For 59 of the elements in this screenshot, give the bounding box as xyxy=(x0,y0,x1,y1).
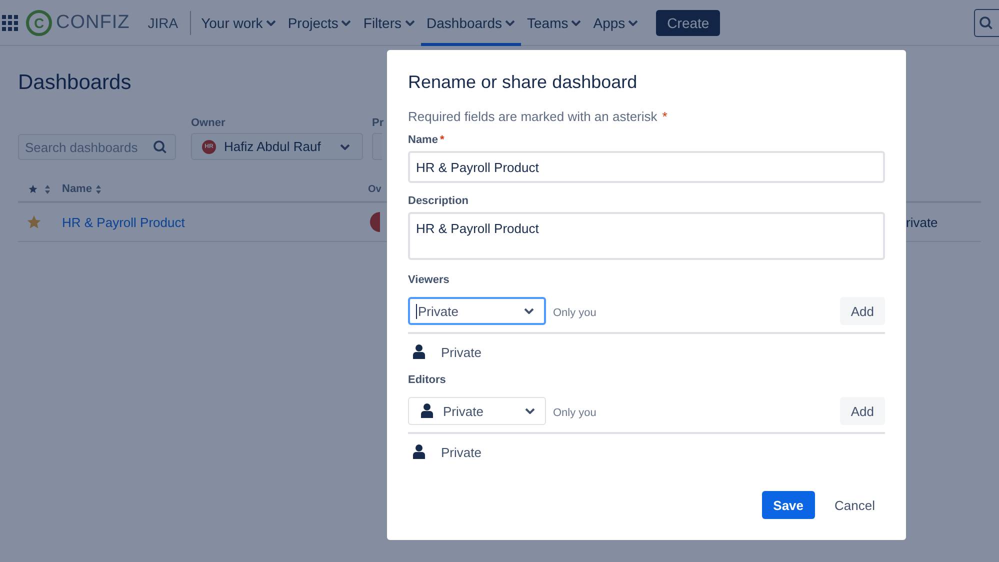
search-icon xyxy=(979,16,993,30)
column-header[interactable]: Name xyxy=(62,183,92,195)
hint-text: Only you xyxy=(553,307,598,319)
nav-tab[interactable]: Your work xyxy=(195,0,282,46)
asterisk: * xyxy=(440,134,444,146)
field-label: Editors xyxy=(408,374,446,386)
sort-icon[interactable] xyxy=(96,184,101,194)
table-cell: rivate xyxy=(906,214,938,230)
dialog-title: Rename or share dashboard xyxy=(408,71,638,94)
required-note: Required fields are marked with an asterisk xyxy=(408,109,658,124)
logo-mark[interactable]: C xyxy=(26,10,52,36)
field-label: Name xyxy=(408,134,438,146)
person-icon xyxy=(413,344,425,360)
access-select[interactable]: Private xyxy=(408,297,546,325)
caret-icon xyxy=(505,20,516,26)
dashboard-link[interactable]: HR & Payroll Product xyxy=(62,214,185,230)
field-label: Viewers xyxy=(408,274,450,286)
star-icon[interactable] xyxy=(28,184,38,194)
save-button[interactable]: Save xyxy=(762,491,815,519)
field-label: Owner xyxy=(191,117,226,129)
field-label: Description xyxy=(408,195,469,207)
caret-icon xyxy=(340,144,350,150)
brand-name[interactable]: CONFIZ xyxy=(56,12,130,34)
field-label: Pr xyxy=(372,117,384,129)
caret-icon xyxy=(525,408,535,414)
description-field[interactable]: HR & Payroll Product xyxy=(408,212,885,260)
nav-tab[interactable]: Dashboards xyxy=(420,0,522,46)
person-icon xyxy=(413,444,425,460)
nav-tab[interactable]: Projects xyxy=(282,0,358,46)
product-name: JIRA xyxy=(148,10,192,34)
add-button[interactable]: Add xyxy=(840,297,885,325)
caret-icon xyxy=(524,308,534,314)
name-field[interactable]: HR & Payroll Product xyxy=(408,151,885,183)
search-input[interactable]: Search dashboards xyxy=(25,140,153,154)
nav-tab[interactable]: Teams xyxy=(521,0,588,46)
avatar-icon xyxy=(370,212,380,232)
search-icon xyxy=(153,140,167,154)
asterisk: * xyxy=(662,109,668,124)
caret-icon xyxy=(266,20,276,26)
access-select[interactable]: Private xyxy=(408,397,546,425)
star-icon[interactable] xyxy=(26,214,42,230)
add-button[interactable]: Add xyxy=(840,397,885,425)
nav-tab[interactable]: Apps xyxy=(587,0,644,46)
caret-icon xyxy=(341,20,352,26)
caret-icon xyxy=(404,20,415,26)
create-button[interactable]: Create xyxy=(656,10,720,36)
app-grid-icon[interactable] xyxy=(2,14,18,30)
page-title: Dashboards xyxy=(18,71,132,95)
person-icon xyxy=(421,403,433,419)
access-label: Private xyxy=(441,444,482,460)
access-label: Private xyxy=(441,344,482,360)
search-field[interactable] xyxy=(974,8,999,36)
column-header[interactable]: Ov xyxy=(368,184,382,194)
hint-text: Only you xyxy=(553,407,598,419)
caret-icon xyxy=(628,20,638,26)
nav-tab[interactable]: Filters xyxy=(357,0,421,46)
caret-icon xyxy=(571,20,582,26)
sort-icon[interactable] xyxy=(45,184,50,194)
cancel-button[interactable]: Cancel xyxy=(824,491,885,519)
